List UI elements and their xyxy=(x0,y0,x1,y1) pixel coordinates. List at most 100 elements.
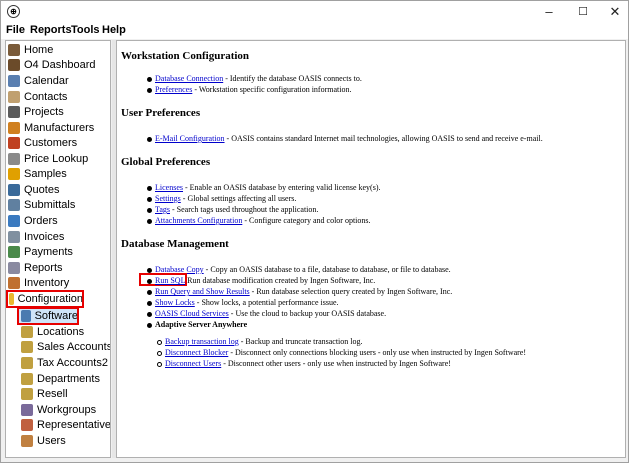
sidebar-item-samples[interactable]: Samples xyxy=(8,166,67,182)
bullet-icon xyxy=(147,136,152,142)
item-description: - Search tags used throughout the applic… xyxy=(170,205,319,214)
sidebar-item-label: Manufacturers xyxy=(24,122,95,134)
link-backup-transaction-log[interactable]: Backup transaction log xyxy=(165,337,239,346)
item-description: - Run database selection query created b… xyxy=(249,287,453,296)
sidebar-item-label: Sales Accounts xyxy=(37,341,111,353)
app-logo-icon: ⊕ xyxy=(7,5,20,18)
sidebar-item-o4-dashboard[interactable]: O4 Dashboard xyxy=(8,57,96,73)
close-button[interactable]: ✕ xyxy=(602,3,628,21)
app-window: ⊕ – ☐ ✕ File Reports Tools Help Home O4 … xyxy=(0,0,629,463)
representatives-icon xyxy=(21,419,33,431)
link-show-locks[interactable]: Show Locks xyxy=(155,298,195,307)
bullet-icon xyxy=(147,207,152,213)
bullet-icon xyxy=(147,289,152,295)
item-description: - Use the cloud to backup your OASIS dat… xyxy=(228,309,387,318)
sidebar-item-representatives[interactable]: Representatives xyxy=(21,417,110,433)
item-description: - Show locks, a potential performance is… xyxy=(194,298,339,307)
contacts-icon xyxy=(8,91,20,103)
sidebar-item-orders[interactable]: Orders xyxy=(8,213,58,229)
sidebar-item-projects[interactable]: Projects xyxy=(8,104,64,120)
adaptive-server-label: Adaptive Server Anywhere xyxy=(155,320,248,329)
sidebar-item-customers[interactable]: Customers xyxy=(8,135,77,151)
item-description: - Workstation specific configuration inf… xyxy=(192,85,352,94)
bullet-icon xyxy=(147,196,152,202)
section-heading-user-preferences: User Preferences xyxy=(121,107,201,119)
item-description: - OASIS contains standard Internet mail … xyxy=(224,134,543,143)
tax-accounts-icon xyxy=(21,357,33,369)
list-item: Run Query and Show Results - Run databas… xyxy=(147,287,452,296)
link-disconnect-users[interactable]: Disconnect Users xyxy=(165,359,221,368)
sidebar-item-reports[interactable]: Reports xyxy=(8,260,63,276)
sidebar-item-label: Invoices xyxy=(24,231,65,243)
list-item: Tags - Search tags used throughout the a… xyxy=(147,205,318,214)
users-icon xyxy=(21,435,33,447)
item-description: - Backup and truncate transaction log. xyxy=(238,337,363,346)
sidebar-item-manufacturers[interactable]: Manufacturers xyxy=(8,120,94,136)
submittals-icon xyxy=(8,199,20,211)
menu-help[interactable]: Help xyxy=(102,24,126,36)
link-oasis-cloud-services[interactable]: OASIS Cloud Services xyxy=(155,309,229,318)
sidebar-item-locations[interactable]: Locations xyxy=(21,324,84,340)
list-item: OASIS Cloud Services - Use the cloud to … xyxy=(147,309,386,318)
link-attachments-configuration[interactable]: Attachments Configuration xyxy=(155,216,242,225)
link-licenses[interactable]: Licenses xyxy=(155,183,183,192)
configuration-folder-icon xyxy=(9,293,14,305)
circle-bullet-icon xyxy=(157,350,162,356)
link-database-connection[interactable]: Database Connection xyxy=(155,74,223,83)
sidebar-item-invoices[interactable]: Invoices xyxy=(8,229,64,245)
sidebar-item-software[interactable]: Software xyxy=(17,307,79,325)
inventory-icon xyxy=(8,277,20,289)
sidebar-item-configuration[interactable]: Configuration xyxy=(6,290,84,308)
customers-icon xyxy=(8,137,20,149)
invoices-icon xyxy=(8,231,20,243)
price-lookup-icon xyxy=(8,153,20,165)
circle-bullet-icon xyxy=(157,339,162,345)
sidebar-item-workgroups[interactable]: Workgroups xyxy=(21,402,96,418)
locations-icon xyxy=(21,326,33,338)
sidebar-item-contacts[interactable]: Contacts xyxy=(8,89,67,105)
samples-icon xyxy=(8,168,20,180)
circle-bullet-icon xyxy=(157,361,162,367)
sidebar-item-label: Workgroups xyxy=(37,404,97,416)
link-run-sql[interactable]: Run SQL xyxy=(155,276,185,285)
minimize-button[interactable]: – xyxy=(536,3,562,21)
link-tags[interactable]: Tags xyxy=(155,205,170,214)
sidebar-item-departments[interactable]: Departments xyxy=(21,371,100,387)
sidebar-item-payments[interactable]: Payments xyxy=(8,244,73,260)
sidebar-item-home[interactable]: Home xyxy=(8,42,53,58)
sidebar-item-users[interactable]: Users xyxy=(21,433,66,449)
link-preferences[interactable]: Preferences xyxy=(155,85,192,94)
maximize-button[interactable]: ☐ xyxy=(570,3,596,21)
section-heading-global-preferences: Global Preferences xyxy=(121,156,211,168)
list-item: Database Connection - Identify the datab… xyxy=(147,74,362,83)
sidebar-item-label: Orders xyxy=(24,215,58,227)
list-item: Database Copy - Copy an OASIS database t… xyxy=(147,265,451,274)
sidebar-item-price-lookup[interactable]: Price Lookup xyxy=(8,151,88,167)
sidebar-item-submittals[interactable]: Submittals xyxy=(8,197,75,213)
list-item: E-Mail Configuration - OASIS contains st… xyxy=(147,134,543,143)
navigation-sidebar: Home O4 Dashboard Calendar Contacts Proj… xyxy=(5,40,111,458)
sidebar-item-inventory[interactable]: Inventory xyxy=(8,275,69,291)
projects-icon xyxy=(8,106,20,118)
item-description: - Enable an OASIS database by entering v… xyxy=(183,183,381,192)
sidebar-item-calendar[interactable]: Calendar xyxy=(8,73,69,89)
menu-bar: File Reports Tools Help xyxy=(1,23,628,39)
menu-tools[interactable]: Tools xyxy=(71,24,100,36)
home-icon xyxy=(8,44,20,56)
section-heading-workstation: Workstation Configuration xyxy=(121,50,250,62)
menu-file[interactable]: File xyxy=(6,24,25,36)
link-email-configuration[interactable]: E-Mail Configuration xyxy=(155,134,225,143)
calendar-icon xyxy=(8,75,20,87)
sidebar-item-label: O4 Dashboard xyxy=(24,59,96,71)
sidebar-item-sales-accounts[interactable]: Sales Accounts xyxy=(21,339,111,355)
manufacturers-icon xyxy=(8,122,20,134)
sidebar-item-label: Configuration xyxy=(17,293,83,305)
sidebar-item-resell[interactable]: Resell xyxy=(21,386,68,402)
link-disconnect-blocker[interactable]: Disconnect Blocker xyxy=(165,348,228,357)
link-settings[interactable]: Settings xyxy=(155,194,181,203)
sidebar-item-quotes[interactable]: Quotes xyxy=(8,182,59,198)
link-run-query-show-results[interactable]: Run Query and Show Results xyxy=(155,287,250,296)
sidebar-item-tax-accounts2[interactable]: Tax Accounts2 xyxy=(21,355,108,371)
sidebar-item-label: Samples xyxy=(24,168,67,180)
menu-reports[interactable]: Reports xyxy=(30,24,72,36)
